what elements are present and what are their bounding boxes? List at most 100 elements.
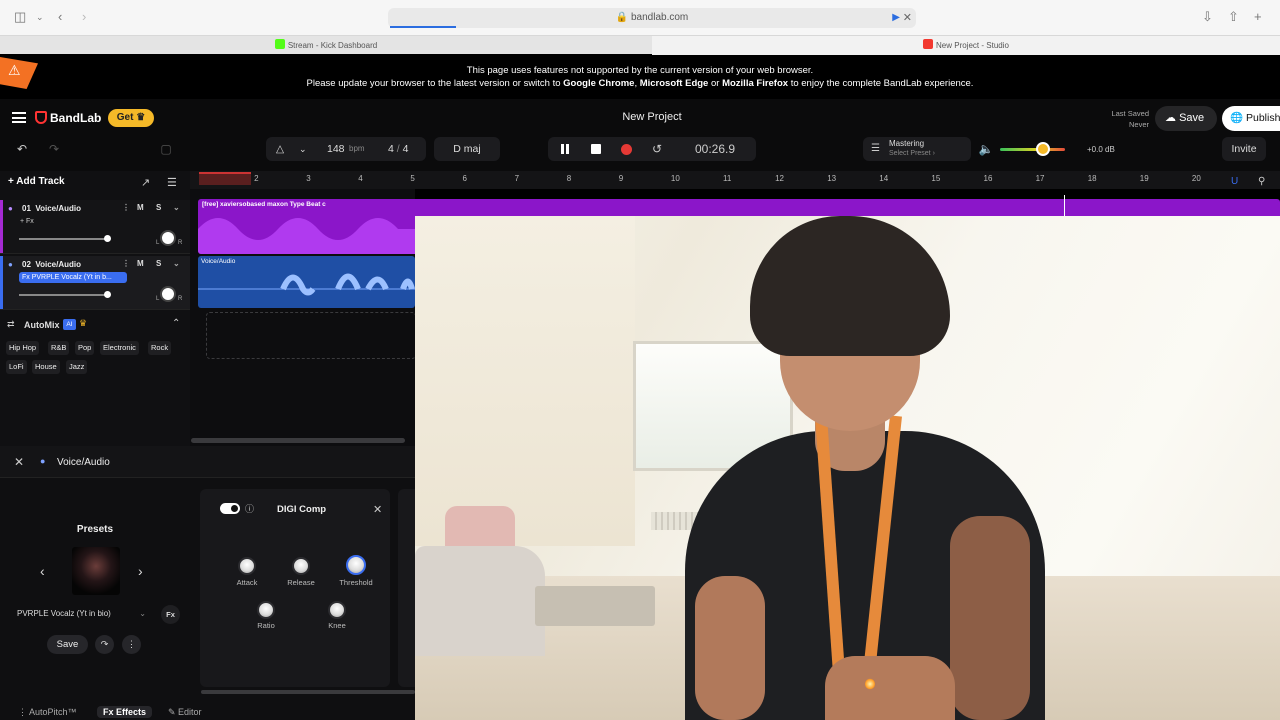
add-track-button[interactable]: + Add Track bbox=[8, 176, 65, 187]
threshold-knob[interactable] bbox=[346, 555, 366, 575]
back-icon[interactable]: ‹ bbox=[58, 10, 62, 24]
genre-hip-hop[interactable]: Hip Hop bbox=[6, 341, 40, 355]
undo-icon[interactable]: ↶ bbox=[10, 137, 34, 161]
fx-preset-pill[interactable]: Fx PVRPLE Vocalz (Yt in b... bbox=[19, 272, 127, 283]
browser-tab-kick[interactable]: Stream - Kick Dashboard bbox=[0, 36, 652, 55]
pan-knob[interactable] bbox=[160, 230, 176, 246]
get-membership-button[interactable]: Get ♛ bbox=[108, 109, 154, 127]
empty-track-lane[interactable] bbox=[206, 312, 416, 359]
add-fx-button[interactable]: + Fx bbox=[20, 218, 34, 225]
more-icon[interactable]: ⋮ bbox=[122, 259, 130, 268]
save-preset-button[interactable]: Save bbox=[47, 635, 88, 654]
chevron-down-icon[interactable]: ⌄ bbox=[173, 203, 180, 212]
pan-knob[interactable] bbox=[160, 286, 176, 302]
timeline-bar-14[interactable]: 14 bbox=[879, 174, 888, 183]
menu-icon[interactable] bbox=[12, 112, 26, 123]
chrome-link[interactable]: Google Chrome bbox=[563, 78, 634, 89]
plugin-toggle[interactable] bbox=[220, 503, 240, 514]
horizontal-scrollbar[interactable] bbox=[191, 438, 405, 443]
master-volume-handle[interactable] bbox=[1035, 142, 1050, 156]
timeline-bar-17[interactable]: 17 bbox=[1036, 174, 1045, 183]
chevron-down-icon[interactable]: ⌄ bbox=[173, 259, 180, 268]
more-icon[interactable]: ⋮ bbox=[122, 635, 141, 654]
address-bar[interactable]: 🔒 bandlab.com ▶ ✕ bbox=[388, 8, 916, 28]
genre-lofi[interactable]: LoFi bbox=[6, 360, 27, 374]
tab-editor[interactable]: ✎ Editor bbox=[168, 707, 202, 718]
timeline-bar-8[interactable]: 8 bbox=[567, 174, 571, 183]
solo-button[interactable]: S bbox=[156, 259, 161, 268]
timeline-bar-7[interactable]: 7 bbox=[515, 174, 519, 183]
timeline-bar-19[interactable]: 19 bbox=[1140, 174, 1149, 183]
speaker-icon[interactable]: 🔈 bbox=[978, 137, 994, 161]
timeline-bar-13[interactable]: 13 bbox=[827, 174, 836, 183]
timeline-bar-16[interactable]: 16 bbox=[984, 174, 993, 183]
speaker-icon[interactable]: ▶ bbox=[892, 12, 900, 23]
automation-icon[interactable]: ↗ bbox=[141, 176, 150, 189]
publish-button[interactable]: 🌐 Publish bbox=[1222, 106, 1280, 131]
redo-icon[interactable]: ↷ bbox=[42, 137, 66, 161]
new-tab-icon[interactable]: + bbox=[1254, 10, 1262, 24]
volume-slider-handle[interactable] bbox=[104, 291, 111, 298]
next-plugin-panel[interactable] bbox=[398, 489, 415, 687]
bandlab-logo-icon[interactable] bbox=[35, 111, 47, 124]
mute-button[interactable]: M bbox=[137, 203, 144, 212]
track-header-2[interactable]: ● 02 Voice/Audio ⋮ M S ⌄ Fx PVRPLE Vocal… bbox=[0, 256, 190, 310]
more-icon[interactable]: ⋮ bbox=[122, 203, 130, 212]
preset-dropdown[interactable]: PVRPLE Vocalz (Yt in bio) ⌄ bbox=[8, 605, 152, 623]
share-icon[interactable]: ⇧ bbox=[1228, 10, 1239, 24]
timeline-bar-2[interactable]: 2 bbox=[254, 174, 258, 183]
chevron-down-icon[interactable]: ⌄ bbox=[36, 10, 44, 24]
chevron-down-icon[interactable]: ⌄ bbox=[299, 137, 307, 161]
attack-knob[interactable] bbox=[238, 557, 256, 575]
genre-pop[interactable]: Pop bbox=[75, 341, 95, 355]
genre-rnb[interactable]: R&B bbox=[48, 341, 70, 355]
forward-icon[interactable]: › bbox=[82, 10, 86, 24]
metronome-icon[interactable]: △ bbox=[276, 137, 284, 161]
next-preset-icon[interactable]: › bbox=[138, 563, 143, 579]
volume-slider-handle[interactable] bbox=[104, 235, 111, 242]
timeline-bar-18[interactable]: 18 bbox=[1088, 174, 1097, 183]
timeline-bar-6[interactable]: 6 bbox=[463, 174, 467, 183]
close-icon[interactable]: ✕ bbox=[373, 503, 382, 516]
loop-region-marker[interactable] bbox=[199, 172, 251, 185]
snap-icon[interactable]: ▢ bbox=[156, 137, 176, 161]
key-selector[interactable]: D maj bbox=[434, 137, 500, 161]
mastering-button[interactable]: ☰ Mastering Select Preset › bbox=[863, 137, 971, 161]
genre-electronic[interactable]: Electronic bbox=[100, 341, 139, 355]
timeline-bar-20[interactable]: 20 bbox=[1192, 174, 1201, 183]
tab-autopitch[interactable]: ⋮ AutoPitch™ bbox=[18, 707, 77, 718]
tab-effects[interactable]: Fx Effects bbox=[97, 706, 153, 718]
genre-house[interactable]: House bbox=[32, 360, 60, 374]
time-signature[interactable]: 4 / 4 bbox=[388, 137, 408, 161]
genre-rock[interactable]: Rock bbox=[148, 341, 172, 355]
volume-slider-track[interactable] bbox=[19, 238, 109, 240]
fx-button[interactable]: Fx bbox=[161, 605, 180, 624]
close-icon[interactable]: ✕ bbox=[14, 455, 24, 469]
magnet-icon[interactable]: U bbox=[1231, 176, 1238, 187]
record-icon[interactable] bbox=[621, 144, 632, 155]
edge-link[interactable]: Microsoft Edge bbox=[640, 78, 709, 89]
track-name[interactable]: 01 Voice/Audio bbox=[22, 204, 81, 213]
timeline-bar-10[interactable]: 10 bbox=[671, 174, 680, 183]
bandlab-logo[interactable]: BandLab bbox=[50, 111, 101, 125]
download-icon[interactable]: ⇩ bbox=[1202, 10, 1213, 24]
bpm-value[interactable]: 148 bbox=[327, 137, 345, 161]
timeline-bar-3[interactable]: 3 bbox=[306, 174, 310, 183]
preset-thumbnail[interactable] bbox=[72, 547, 120, 595]
save-project-button[interactable]: ☁ Save bbox=[1155, 106, 1217, 131]
pause-icon[interactable] bbox=[561, 144, 569, 154]
timeline-bar-9[interactable]: 9 bbox=[619, 174, 623, 183]
genre-jazz[interactable]: Jazz bbox=[66, 360, 88, 374]
track-name[interactable]: 02 Voice/Audio bbox=[22, 260, 81, 269]
info-icon[interactable]: ⓘ bbox=[245, 502, 254, 515]
ratio-knob[interactable] bbox=[257, 601, 275, 619]
loop-icon[interactable]: ↺ bbox=[648, 137, 666, 161]
timeline-bar-4[interactable]: 4 bbox=[358, 174, 362, 183]
automix-label[interactable]: AutoMix bbox=[24, 320, 60, 330]
firefox-link[interactable]: Mozilla Firefox bbox=[722, 78, 788, 89]
browser-tab-bandlab[interactable]: New Project - Studio bbox=[652, 36, 1280, 55]
mute-button[interactable]: M bbox=[137, 259, 144, 268]
effects-scrollbar[interactable] bbox=[201, 690, 415, 694]
timeline-bar-12[interactable]: 12 bbox=[775, 174, 784, 183]
zoom-icon[interactable]: ⚲ bbox=[1258, 176, 1265, 187]
